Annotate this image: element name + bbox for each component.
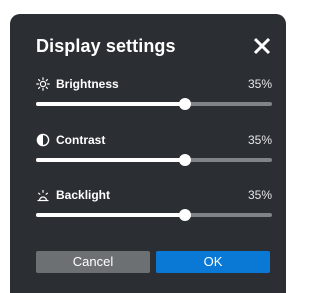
display-settings-dialog: Display settings Brightness 35% Contrast… bbox=[10, 14, 286, 293]
slider-fill bbox=[36, 213, 185, 217]
sun-icon bbox=[36, 77, 50, 91]
contrast-icon bbox=[36, 133, 50, 147]
backlight-setting: Backlight 35% bbox=[36, 187, 272, 227]
dialog-title: Display settings bbox=[36, 36, 176, 56]
contrast-label: Contrast bbox=[56, 133, 106, 147]
backlight-slider[interactable] bbox=[36, 206, 272, 224]
brightness-slider[interactable] bbox=[36, 95, 272, 113]
brightness-setting: Brightness 35% bbox=[36, 76, 272, 116]
slider-thumb[interactable] bbox=[178, 98, 191, 110]
backlight-value: 35% bbox=[247, 188, 272, 202]
backlight-label: Backlight bbox=[56, 188, 111, 202]
brightness-value: 35% bbox=[247, 77, 272, 91]
close-icon[interactable] bbox=[252, 36, 272, 56]
slider-fill bbox=[36, 158, 185, 162]
brightness-label: Brightness bbox=[56, 77, 119, 91]
cancel-button[interactable]: Cancel bbox=[36, 251, 150, 273]
contrast-label-group: Contrast bbox=[36, 132, 105, 148]
ok-button[interactable]: OK bbox=[156, 251, 270, 273]
brightness-label-group: Brightness bbox=[36, 76, 119, 92]
contrast-value: 35% bbox=[247, 133, 272, 147]
slider-thumb[interactable] bbox=[178, 154, 191, 166]
backlight-label-group: Backlight bbox=[36, 187, 110, 203]
backlight-icon bbox=[36, 188, 50, 202]
contrast-slider[interactable] bbox=[36, 151, 272, 169]
slider-thumb[interactable] bbox=[178, 209, 191, 221]
contrast-setting: Contrast 35% bbox=[36, 132, 272, 172]
slider-fill bbox=[36, 102, 185, 106]
